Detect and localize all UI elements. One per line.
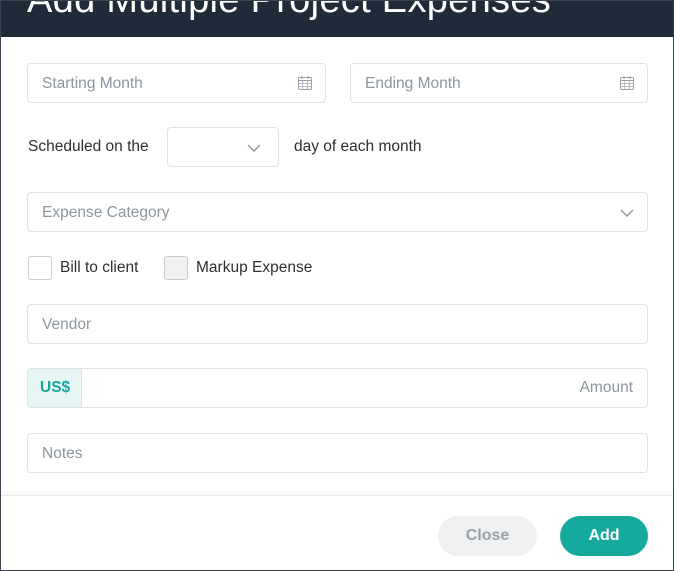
schedule-prefix-label: Scheduled on the [28,138,149,155]
vendor-input[interactable]: Vendor [27,304,648,344]
currency-prefix: US$ [28,369,82,407]
modal-title: Add Multiple Project Expenses [27,1,551,22]
chevron-down-icon [247,144,261,152]
add-button[interactable]: Add [560,516,648,556]
expense-category-placeholder: Expense Category [42,204,170,221]
markup-expense-checkbox[interactable] [164,256,188,280]
schedule-suffix-label: day of each month [294,138,422,155]
markup-expense-label: Markup Expense [196,259,313,276]
bill-to-client-label: Bill to client [60,259,139,276]
calendar-icon[interactable] [620,76,634,90]
close-button[interactable]: Close [438,516,537,556]
calendar-icon[interactable] [298,76,312,90]
notes-input[interactable]: Notes [27,433,648,473]
starting-month-placeholder: Starting Month [42,75,143,92]
expense-category-select[interactable]: Expense Category [27,192,648,232]
vendor-placeholder: Vendor [42,316,92,333]
chevron-down-icon [620,209,634,217]
currency-label: US$ [40,379,71,396]
notes-placeholder: Notes [42,445,83,462]
amount-placeholder: Amount [579,379,633,396]
amount-input[interactable]: US$ Amount [27,368,648,408]
ending-month-placeholder: Ending Month [365,75,461,92]
starting-month-field[interactable]: Starting Month [27,63,326,103]
schedule-day-select[interactable] [167,127,279,167]
modal-header: Add Multiple Project Expenses [1,1,673,37]
ending-month-field[interactable]: Ending Month [350,63,648,103]
bill-to-client-checkbox[interactable] [28,256,52,280]
add-expenses-modal: Add Multiple Project Expenses Starting M… [0,0,674,571]
modal-footer: Close Add [1,495,673,570]
